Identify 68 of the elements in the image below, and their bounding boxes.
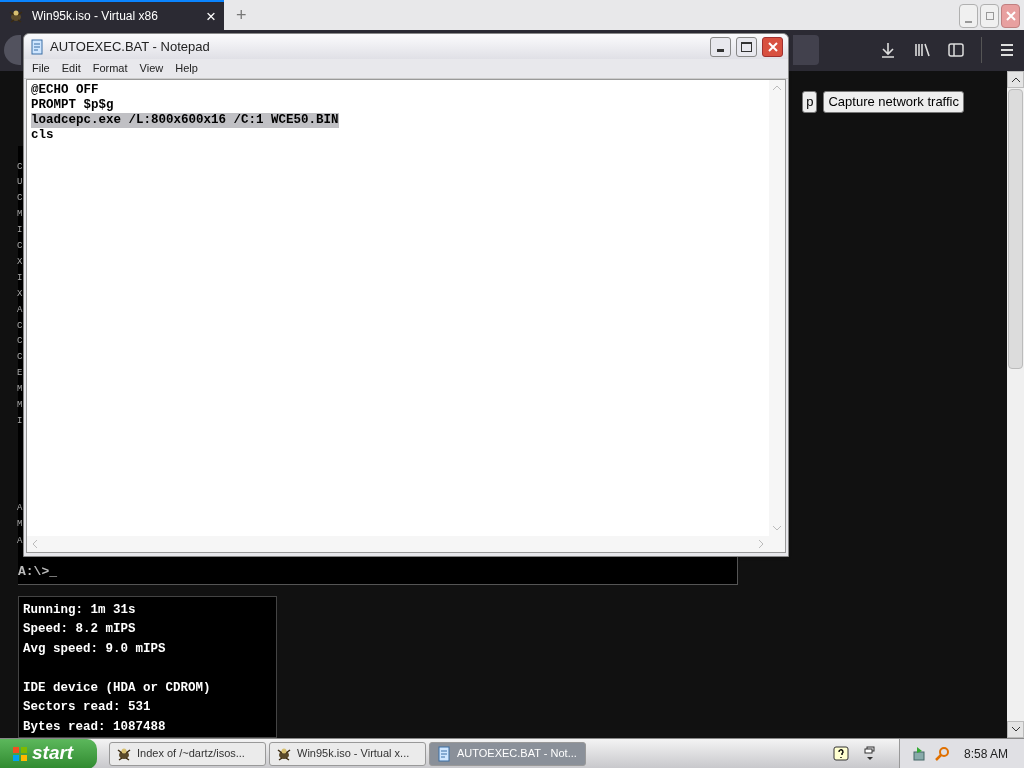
address-field[interactable] bbox=[793, 35, 819, 66]
back-button[interactable] bbox=[4, 35, 21, 66]
menu-item[interactable]: File bbox=[32, 60, 50, 77]
terminal-text: M bbox=[17, 399, 23, 413]
terminal-text: C bbox=[17, 240, 23, 254]
terminal-text: I bbox=[17, 415, 23, 428]
windows-logo-icon bbox=[12, 745, 28, 762]
clock: 8:58 AM bbox=[963, 745, 1008, 763]
browser-tab[interactable]: Win95k.iso - Virtual x86 × bbox=[0, 0, 224, 31]
restore-down-icon[interactable] bbox=[863, 745, 876, 762]
tab-title: Win95k.iso - Virtual x86 bbox=[32, 8, 159, 26]
text-line: cls bbox=[31, 128, 54, 143]
tab-close[interactable]: × bbox=[206, 7, 216, 25]
download-icon[interactable] bbox=[879, 41, 897, 60]
search-icon[interactable] bbox=[933, 745, 950, 762]
stats-line: Sectors read: 531 bbox=[23, 699, 152, 716]
text-line: PROMPT $p$g bbox=[31, 98, 114, 113]
terminal-text: C bbox=[17, 351, 23, 365]
new-tab-button[interactable]: + bbox=[224, 0, 259, 31]
scroll-down-icon bbox=[1011, 727, 1020, 732]
bug-icon bbox=[8, 8, 24, 25]
terminal-text: X bbox=[17, 255, 23, 269]
terminal-text: M bbox=[17, 518, 23, 531]
terminal-text: C bbox=[17, 192, 23, 206]
terminal-text: U bbox=[17, 176, 23, 190]
terminal-text: M bbox=[17, 208, 23, 222]
window-title: AUTOEXEC.BAT - Notepad bbox=[50, 37, 211, 56]
terminal-text: A bbox=[17, 501, 23, 515]
notepad-icon bbox=[29, 38, 45, 55]
terminal-text: C bbox=[17, 335, 23, 349]
maximize-button[interactable] bbox=[736, 36, 757, 57]
vertical-scrollbar[interactable] bbox=[769, 80, 785, 536]
stats-line: Bytes read: 1087488 bbox=[23, 718, 167, 736]
terminal-text: E bbox=[17, 367, 23, 381]
restore-button[interactable] bbox=[980, 4, 999, 28]
terminal-text: I bbox=[17, 224, 23, 238]
horizontal-scrollbar[interactable] bbox=[27, 536, 785, 552]
terminal-text: X bbox=[17, 287, 23, 301]
stats-line: IDE device (HDA or CDROM) bbox=[23, 679, 212, 697]
close-button[interactable] bbox=[762, 36, 783, 57]
terminal-text: C bbox=[17, 160, 23, 174]
scroll-up-icon bbox=[1011, 76, 1020, 82]
menu-item[interactable]: Edit bbox=[61, 60, 81, 77]
text-line: @ECHO OFF bbox=[31, 83, 99, 98]
terminal-text: I bbox=[17, 271, 23, 285]
terminal-prompt: A:\>_ bbox=[18, 563, 57, 581]
menu-item[interactable]: Format bbox=[92, 60, 128, 77]
menu-item[interactable]: Help bbox=[175, 60, 198, 77]
stats-line: Avg speed: 9.0 mIPS bbox=[23, 640, 167, 658]
minimize-button[interactable] bbox=[710, 36, 731, 57]
terminal-text: C bbox=[17, 319, 23, 333]
help-icon[interactable] bbox=[832, 745, 849, 762]
scrollbar[interactable] bbox=[1007, 70, 1024, 738]
menu-item[interactable]: View bbox=[139, 60, 164, 77]
stats-line: Running: 1m 31s bbox=[23, 601, 137, 619]
taskbar-button[interactable]: Win95k.iso - Virtual x... bbox=[269, 741, 426, 766]
close-button[interactable] bbox=[1001, 4, 1020, 28]
terminal-text: M bbox=[17, 383, 23, 397]
taskbar-button[interactable]: Index of /~dartz/isos... bbox=[109, 741, 266, 766]
page-button[interactable]: p bbox=[802, 90, 818, 113]
terminal-text: A bbox=[17, 534, 23, 548]
stats-line: Speed: 8.2 mIPS bbox=[23, 621, 137, 638]
page-button[interactable]: Capture network traffic bbox=[823, 90, 964, 113]
notepad-icon bbox=[436, 745, 452, 762]
close-icon bbox=[1005, 11, 1016, 21]
terminal-text: A bbox=[17, 303, 23, 317]
sidebar-icon[interactable] bbox=[947, 41, 965, 60]
close-icon bbox=[767, 41, 778, 52]
